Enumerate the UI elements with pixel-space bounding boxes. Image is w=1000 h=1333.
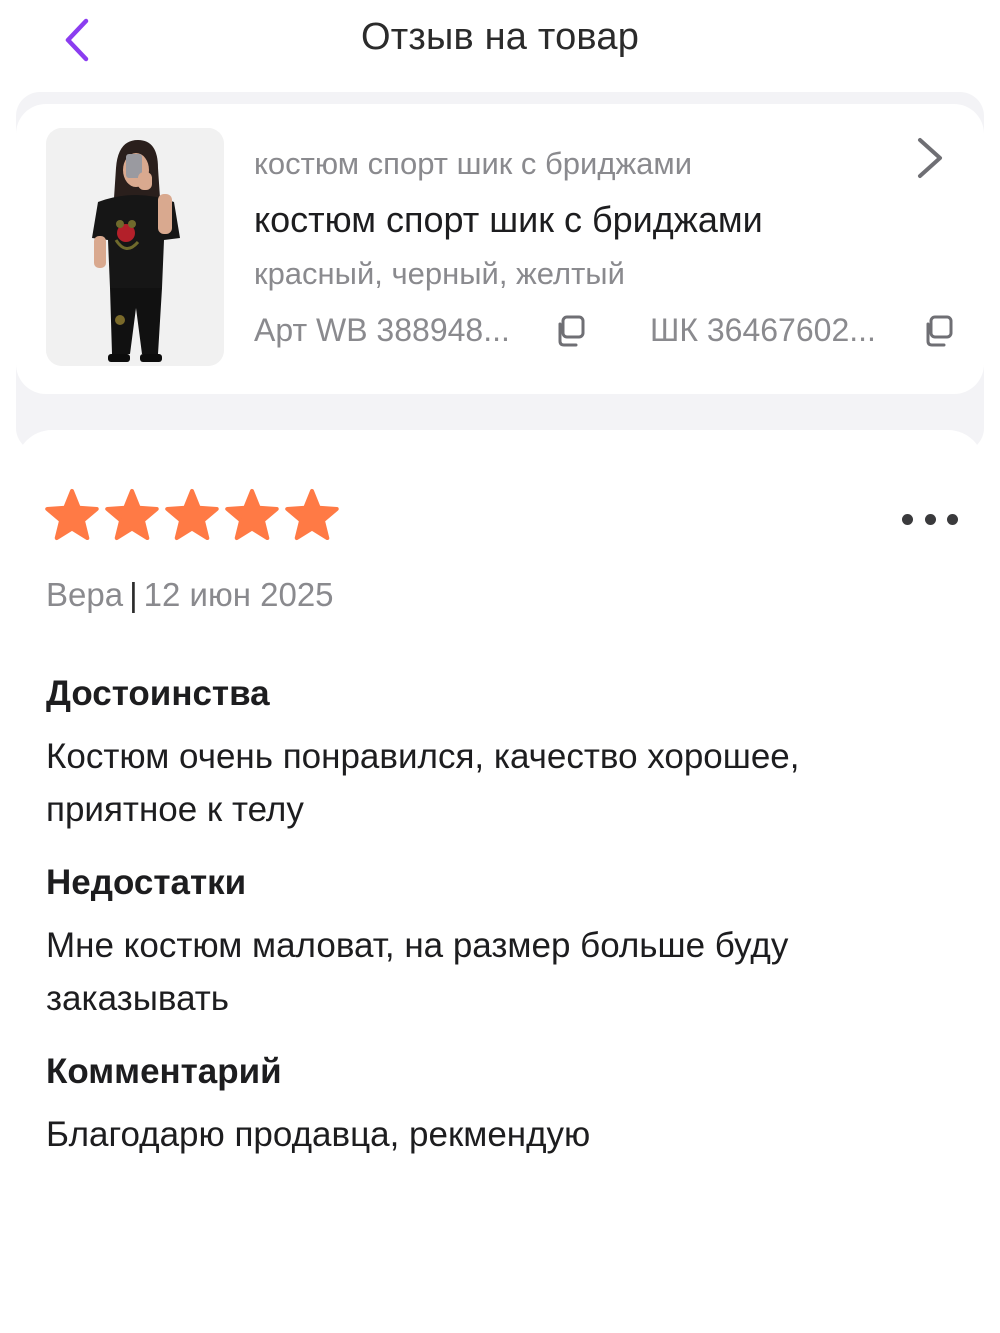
product-colors: красный, черный, желтый xyxy=(254,256,625,291)
more-dot-icon xyxy=(902,513,913,525)
review-date: 12 июн 2025 xyxy=(143,576,334,613)
barcode-number: ШК 36467602... xyxy=(650,312,876,348)
cons-title: Недостатки xyxy=(46,863,247,902)
pros-text: Костюм очень понравился, качество хороше… xyxy=(46,737,800,829)
cons-text: Мне костюм маловат, на размер больше буд… xyxy=(46,926,789,1018)
article-number: Арт WB 388948... xyxy=(254,312,510,348)
product-image[interactable] xyxy=(46,128,224,366)
star-icon xyxy=(225,489,279,541)
comment-text: Благодарю продавца, рекмендую xyxy=(46,1115,591,1154)
copy-icon[interactable] xyxy=(552,313,588,349)
pros-title: Достоинства xyxy=(46,674,270,713)
more-options-button[interactable] xyxy=(902,508,958,530)
copy-icon[interactable] xyxy=(920,313,956,349)
product-name: костюм спорт шик с бриджами xyxy=(254,199,763,240)
byline-separator: | xyxy=(129,576,138,613)
more-dot-icon xyxy=(947,513,958,525)
product-photo-icon xyxy=(46,128,224,366)
star-icon xyxy=(285,489,339,541)
page-title: Отзыв на товар xyxy=(360,16,640,58)
review-byline: Вера | 12 июн 2025 xyxy=(46,576,334,614)
more-dot-icon xyxy=(924,513,936,525)
rating-stars xyxy=(44,488,340,544)
comment-title: Комментарий xyxy=(46,1052,282,1091)
star-icon xyxy=(45,489,99,541)
author-name: Вера xyxy=(46,576,124,613)
top-bar: Отзыв на товар xyxy=(0,0,1000,90)
product-ids: Арт WB 388948... ШК 36467602... xyxy=(254,309,974,353)
review-page: Отзыв на товар костюм спорт шик с бриджа… xyxy=(0,0,1000,1333)
product-subtitle: костюм спорт шик с бриджами xyxy=(254,146,693,181)
star-icon xyxy=(165,489,219,541)
star-icon xyxy=(105,489,159,541)
product-card[interactable]: костюм спорт шик с бриджами костюм спорт… xyxy=(16,104,984,394)
review-card: Вера | 12 июн 2025 Достоинства Костюм очен… xyxy=(16,430,984,1333)
chevron-right-icon[interactable] xyxy=(912,134,948,182)
